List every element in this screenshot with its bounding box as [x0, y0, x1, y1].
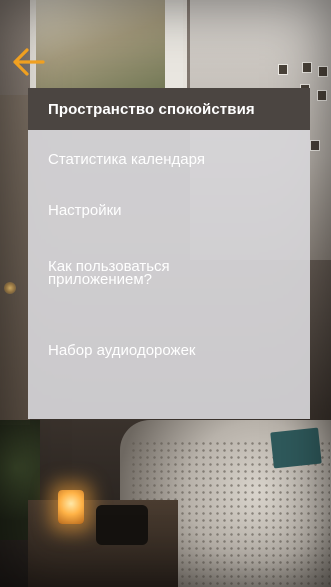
menu-item-audio-tracks[interactable]: Набор аудиодорожек [48, 343, 298, 358]
arrow-left-icon [13, 48, 45, 76]
back-button[interactable] [10, 44, 46, 80]
menu-item-settings[interactable]: Настройки [48, 203, 298, 218]
menu-title: Пространство спокойствия [48, 100, 255, 118]
menu-item-how-to-use[interactable]: Как пользоваться приложением? [48, 259, 238, 287]
menu-panel: Статистика календаря Настройки Как польз… [28, 130, 310, 419]
menu-item-calendar-stats[interactable]: Статистика календаря [48, 152, 298, 167]
menu-header[interactable]: Пространство спокойствия [28, 88, 310, 130]
